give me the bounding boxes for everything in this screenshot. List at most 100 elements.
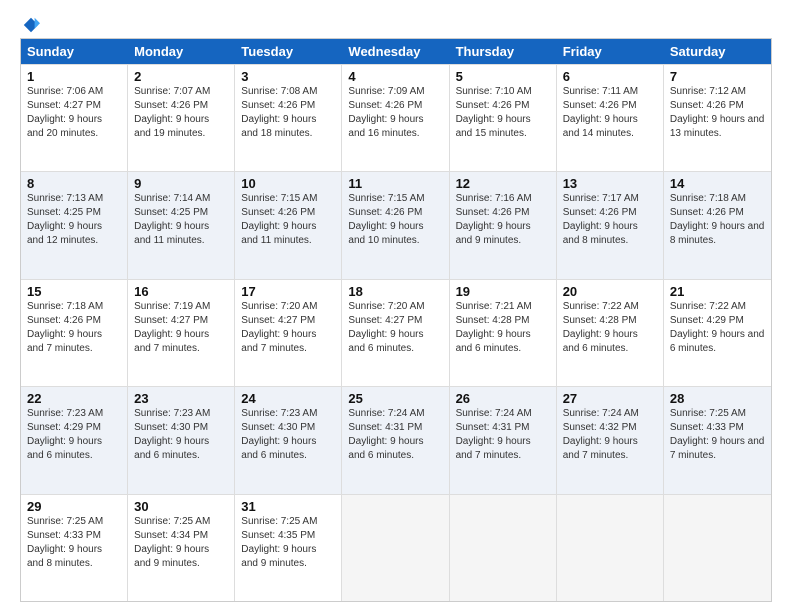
day-info: Sunrise: 7:06 AMSunset: 4:27 PMDaylight:… xyxy=(27,86,103,139)
calendar-cell xyxy=(557,495,664,601)
calendar-cell: 8 Sunrise: 7:13 AMSunset: 4:25 PMDayligh… xyxy=(21,172,128,278)
day-info: Sunrise: 7:12 AMSunset: 4:26 PMDaylight:… xyxy=(670,86,765,139)
day-number: 21 xyxy=(670,284,765,299)
calendar-header: SundayMondayTuesdayWednesdayThursdayFrid… xyxy=(21,39,771,64)
calendar-cell: 9 Sunrise: 7:14 AMSunset: 4:25 PMDayligh… xyxy=(128,172,235,278)
day-info: Sunrise: 7:13 AMSunset: 4:25 PMDaylight:… xyxy=(27,193,103,246)
day-info: Sunrise: 7:24 AMSunset: 4:31 PMDaylight:… xyxy=(456,408,532,461)
logo xyxy=(20,16,40,30)
header-cell-wednesday: Wednesday xyxy=(342,39,449,64)
day-info: Sunrise: 7:25 AMSunset: 4:34 PMDaylight:… xyxy=(134,516,210,569)
day-number: 28 xyxy=(670,391,765,406)
calendar-cell: 20 Sunrise: 7:22 AMSunset: 4:28 PMDaylig… xyxy=(557,280,664,386)
day-info: Sunrise: 7:23 AMSunset: 4:30 PMDaylight:… xyxy=(134,408,210,461)
calendar-cell: 10 Sunrise: 7:15 AMSunset: 4:26 PMDaylig… xyxy=(235,172,342,278)
calendar-cell: 15 Sunrise: 7:18 AMSunset: 4:26 PMDaylig… xyxy=(21,280,128,386)
day-number: 9 xyxy=(134,176,228,191)
calendar: SundayMondayTuesdayWednesdayThursdayFrid… xyxy=(20,38,772,602)
day-info: Sunrise: 7:24 AMSunset: 4:31 PMDaylight:… xyxy=(348,408,424,461)
header-cell-monday: Monday xyxy=(128,39,235,64)
calendar-cell: 12 Sunrise: 7:16 AMSunset: 4:26 PMDaylig… xyxy=(450,172,557,278)
day-number: 3 xyxy=(241,69,335,84)
day-number: 12 xyxy=(456,176,550,191)
day-number: 5 xyxy=(456,69,550,84)
calendar-cell: 3 Sunrise: 7:08 AMSunset: 4:26 PMDayligh… xyxy=(235,65,342,171)
day-number: 7 xyxy=(670,69,765,84)
calendar-cell: 16 Sunrise: 7:19 AMSunset: 4:27 PMDaylig… xyxy=(128,280,235,386)
day-number: 2 xyxy=(134,69,228,84)
calendar-cell: 5 Sunrise: 7:10 AMSunset: 4:26 PMDayligh… xyxy=(450,65,557,171)
calendar-cell: 7 Sunrise: 7:12 AMSunset: 4:26 PMDayligh… xyxy=(664,65,771,171)
day-info: Sunrise: 7:20 AMSunset: 4:27 PMDaylight:… xyxy=(241,301,317,354)
day-number: 29 xyxy=(27,499,121,514)
day-number: 4 xyxy=(348,69,442,84)
calendar-row-1: 8 Sunrise: 7:13 AMSunset: 4:25 PMDayligh… xyxy=(21,171,771,278)
day-info: Sunrise: 7:16 AMSunset: 4:26 PMDaylight:… xyxy=(456,193,532,246)
calendar-cell: 21 Sunrise: 7:22 AMSunset: 4:29 PMDaylig… xyxy=(664,280,771,386)
day-number: 25 xyxy=(348,391,442,406)
day-number: 23 xyxy=(134,391,228,406)
day-info: Sunrise: 7:11 AMSunset: 4:26 PMDaylight:… xyxy=(563,86,638,139)
calendar-row-4: 29 Sunrise: 7:25 AMSunset: 4:33 PMDaylig… xyxy=(21,494,771,601)
calendar-cell: 30 Sunrise: 7:25 AMSunset: 4:34 PMDaylig… xyxy=(128,495,235,601)
calendar-cell: 2 Sunrise: 7:07 AMSunset: 4:26 PMDayligh… xyxy=(128,65,235,171)
day-number: 24 xyxy=(241,391,335,406)
day-info: Sunrise: 7:15 AMSunset: 4:26 PMDaylight:… xyxy=(348,193,424,246)
day-info: Sunrise: 7:25 AMSunset: 4:33 PMDaylight:… xyxy=(27,516,103,569)
day-info: Sunrise: 7:18 AMSunset: 4:26 PMDaylight:… xyxy=(27,301,103,354)
calendar-row-0: 1 Sunrise: 7:06 AMSunset: 4:27 PMDayligh… xyxy=(21,64,771,171)
logo-icon xyxy=(22,16,40,34)
day-number: 13 xyxy=(563,176,657,191)
day-number: 16 xyxy=(134,284,228,299)
day-info: Sunrise: 7:09 AMSunset: 4:26 PMDaylight:… xyxy=(348,86,424,139)
day-number: 22 xyxy=(27,391,121,406)
day-info: Sunrise: 7:23 AMSunset: 4:29 PMDaylight:… xyxy=(27,408,103,461)
calendar-cell: 1 Sunrise: 7:06 AMSunset: 4:27 PMDayligh… xyxy=(21,65,128,171)
calendar-cell: 24 Sunrise: 7:23 AMSunset: 4:30 PMDaylig… xyxy=(235,387,342,493)
header-cell-friday: Friday xyxy=(557,39,664,64)
day-number: 8 xyxy=(27,176,121,191)
calendar-cell: 11 Sunrise: 7:15 AMSunset: 4:26 PMDaylig… xyxy=(342,172,449,278)
header-cell-sunday: Sunday xyxy=(21,39,128,64)
calendar-row-2: 15 Sunrise: 7:18 AMSunset: 4:26 PMDaylig… xyxy=(21,279,771,386)
day-number: 14 xyxy=(670,176,765,191)
calendar-cell xyxy=(664,495,771,601)
day-number: 30 xyxy=(134,499,228,514)
day-info: Sunrise: 7:22 AMSunset: 4:28 PMDaylight:… xyxy=(563,301,639,354)
calendar-cell: 27 Sunrise: 7:24 AMSunset: 4:32 PMDaylig… xyxy=(557,387,664,493)
day-info: Sunrise: 7:14 AMSunset: 4:25 PMDaylight:… xyxy=(134,193,210,246)
calendar-cell: 26 Sunrise: 7:24 AMSunset: 4:31 PMDaylig… xyxy=(450,387,557,493)
calendar-cell: 6 Sunrise: 7:11 AMSunset: 4:26 PMDayligh… xyxy=(557,65,664,171)
day-number: 11 xyxy=(348,176,442,191)
day-number: 26 xyxy=(456,391,550,406)
day-number: 27 xyxy=(563,391,657,406)
header-cell-thursday: Thursday xyxy=(450,39,557,64)
day-number: 6 xyxy=(563,69,657,84)
calendar-cell: 28 Sunrise: 7:25 AMSunset: 4:33 PMDaylig… xyxy=(664,387,771,493)
day-info: Sunrise: 7:08 AMSunset: 4:26 PMDaylight:… xyxy=(241,86,317,139)
calendar-cell xyxy=(342,495,449,601)
day-number: 10 xyxy=(241,176,335,191)
calendar-cell: 25 Sunrise: 7:24 AMSunset: 4:31 PMDaylig… xyxy=(342,387,449,493)
calendar-cell: 14 Sunrise: 7:18 AMSunset: 4:26 PMDaylig… xyxy=(664,172,771,278)
day-info: Sunrise: 7:21 AMSunset: 4:28 PMDaylight:… xyxy=(456,301,532,354)
day-number: 1 xyxy=(27,69,121,84)
calendar-cell: 31 Sunrise: 7:25 AMSunset: 4:35 PMDaylig… xyxy=(235,495,342,601)
header xyxy=(20,16,772,30)
day-number: 31 xyxy=(241,499,335,514)
day-info: Sunrise: 7:07 AMSunset: 4:26 PMDaylight:… xyxy=(134,86,210,139)
day-number: 17 xyxy=(241,284,335,299)
day-info: Sunrise: 7:10 AMSunset: 4:26 PMDaylight:… xyxy=(456,86,532,139)
day-info: Sunrise: 7:20 AMSunset: 4:27 PMDaylight:… xyxy=(348,301,424,354)
day-info: Sunrise: 7:19 AMSunset: 4:27 PMDaylight:… xyxy=(134,301,210,354)
day-info: Sunrise: 7:18 AMSunset: 4:26 PMDaylight:… xyxy=(670,193,765,246)
day-info: Sunrise: 7:25 AMSunset: 4:35 PMDaylight:… xyxy=(241,516,317,569)
calendar-cell: 23 Sunrise: 7:23 AMSunset: 4:30 PMDaylig… xyxy=(128,387,235,493)
day-info: Sunrise: 7:23 AMSunset: 4:30 PMDaylight:… xyxy=(241,408,317,461)
day-number: 18 xyxy=(348,284,442,299)
day-info: Sunrise: 7:25 AMSunset: 4:33 PMDaylight:… xyxy=(670,408,765,461)
header-cell-tuesday: Tuesday xyxy=(235,39,342,64)
day-info: Sunrise: 7:24 AMSunset: 4:32 PMDaylight:… xyxy=(563,408,639,461)
day-info: Sunrise: 7:22 AMSunset: 4:29 PMDaylight:… xyxy=(670,301,765,354)
day-number: 20 xyxy=(563,284,657,299)
